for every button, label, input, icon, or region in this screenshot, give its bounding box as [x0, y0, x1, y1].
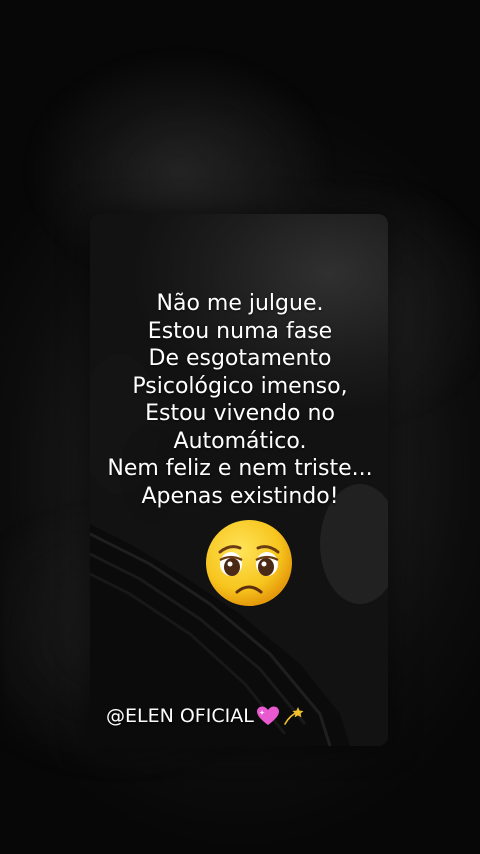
watermark-text: @ELEN OFICIAL — [106, 705, 254, 727]
creator-watermark: @ELEN OFICIAL — [106, 705, 306, 727]
quote-line: Não me julgue. — [156, 291, 324, 316]
quote-line: De esgotamento — [148, 346, 332, 371]
quote-line: Psicológico imenso, — [132, 373, 348, 399]
sad-face-emoji-icon — [206, 520, 292, 606]
quote-text: Não me julgue. Estou numa fase De esgota… — [0, 290, 480, 510]
quote-line: Automático. — [173, 428, 307, 454]
quote-line: Estou vivendo no — [145, 401, 335, 426]
sparkling-heart-icon — [256, 706, 279, 725]
quote-line: Estou numa fase — [147, 318, 333, 344]
dizzy-star-icon — [283, 707, 304, 725]
quote-line: Apenas existindo! — [141, 483, 339, 509]
quote-line: Nem feliz e nem triste... — [107, 456, 373, 481]
